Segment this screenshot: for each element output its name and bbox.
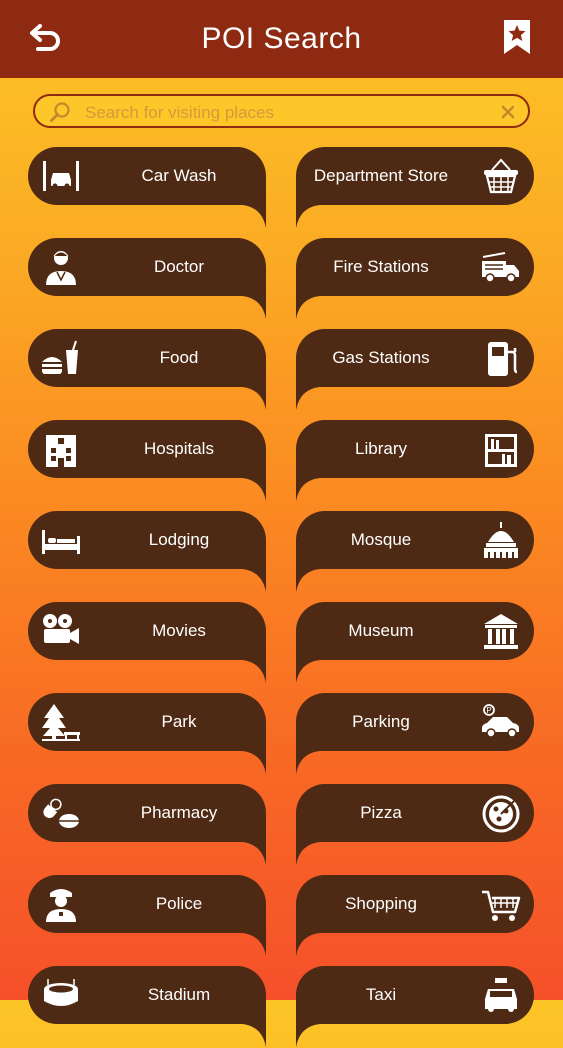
- bookmark-star-icon: [504, 20, 530, 54]
- car-wash-icon: [43, 161, 79, 191]
- clear-x-icon[interactable]: [500, 104, 516, 120]
- category-label: Pharmacy: [140, 803, 218, 822]
- burger-drink-icon: [42, 340, 78, 374]
- category-label: Parking: [352, 712, 410, 731]
- hospital-building-icon: [46, 435, 76, 467]
- film-camera-icon: [43, 614, 79, 644]
- taxi-icon: [485, 978, 517, 1012]
- fire-truck-icon: [482, 252, 519, 283]
- museum-columns-icon: [484, 614, 518, 649]
- category-label: Gas Stations: [332, 348, 430, 367]
- search-bar: [33, 94, 530, 128]
- tree-bench-icon: [42, 704, 80, 741]
- category-hospitals[interactable]: Hospitals: [28, 420, 266, 502]
- category-label: Park: [161, 712, 197, 731]
- category-pizza[interactable]: Pizza: [296, 784, 534, 866]
- shopping-cart-icon: [482, 890, 521, 921]
- category-label: Doctor: [153, 257, 205, 276]
- search-input[interactable]: [83, 99, 487, 127]
- page-title: POI Search: [201, 22, 362, 55]
- category-label: Taxi: [365, 985, 397, 1004]
- category-label: Department Store: [313, 166, 449, 185]
- category-stadium[interactable]: Stadium: [28, 966, 266, 1048]
- back-button[interactable]: [28, 22, 64, 54]
- category-label: Fire Stations: [333, 257, 429, 276]
- category-label: Mosque: [350, 530, 412, 549]
- shopping-basket-icon: [484, 158, 518, 194]
- bed-icon: [42, 530, 80, 554]
- mosque-dome-icon: [484, 522, 518, 558]
- category-label: Food: [159, 348, 199, 367]
- category-label: Police: [155, 894, 203, 913]
- category-taxi[interactable]: Taxi: [296, 966, 534, 1048]
- category-park[interactable]: Park: [28, 693, 266, 775]
- gas-pump-icon: [488, 342, 518, 376]
- magnifier-icon: [50, 102, 70, 122]
- category-shopping[interactable]: Shopping: [296, 875, 534, 957]
- category-label: Stadium: [147, 985, 211, 1004]
- category-label: Museum: [348, 621, 414, 640]
- category-car-wash[interactable]: Car Wash: [28, 147, 266, 229]
- category-label: Lodging: [148, 530, 210, 549]
- category-fire-stations[interactable]: Fire Stations: [296, 238, 534, 320]
- category-department-store[interactable]: Department Store: [296, 147, 534, 229]
- category-label: Shopping: [345, 894, 417, 913]
- pills-icon: [43, 795, 79, 828]
- category-label: Hospitals: [144, 439, 214, 458]
- bookmark-button[interactable]: [503, 19, 531, 55]
- category-pharmacy[interactable]: Pharmacy: [28, 784, 266, 866]
- category-label: Movies: [152, 621, 206, 640]
- pizza-icon: [482, 795, 520, 833]
- parking-car-icon: P: [482, 704, 519, 738]
- police-officer-icon: [46, 889, 76, 922]
- category-label: Library: [355, 439, 407, 458]
- category-lodging[interactable]: Lodging: [28, 511, 266, 593]
- back-arrow-icon: [30, 24, 60, 51]
- stadium-icon: [44, 979, 78, 1006]
- doctor-icon: [46, 251, 76, 285]
- category-library[interactable]: Library: [296, 420, 534, 502]
- bookshelf-icon: [485, 434, 517, 467]
- category-doctor[interactable]: Doctor: [28, 238, 266, 320]
- category-police[interactable]: Police: [28, 875, 266, 957]
- category-parking[interactable]: P Parking: [296, 693, 534, 775]
- category-mosque[interactable]: Mosque: [296, 511, 534, 593]
- category-label: Pizza: [360, 803, 402, 822]
- category-food[interactable]: Food: [28, 329, 266, 411]
- app-header: POI Search: [0, 0, 563, 78]
- category-museum[interactable]: Museum: [296, 602, 534, 684]
- svg-text:P: P: [486, 706, 491, 715]
- category-movies[interactable]: Movies: [28, 602, 266, 684]
- category-label: Car Wash: [141, 166, 217, 185]
- category-gas-stations[interactable]: Gas Stations: [296, 329, 534, 411]
